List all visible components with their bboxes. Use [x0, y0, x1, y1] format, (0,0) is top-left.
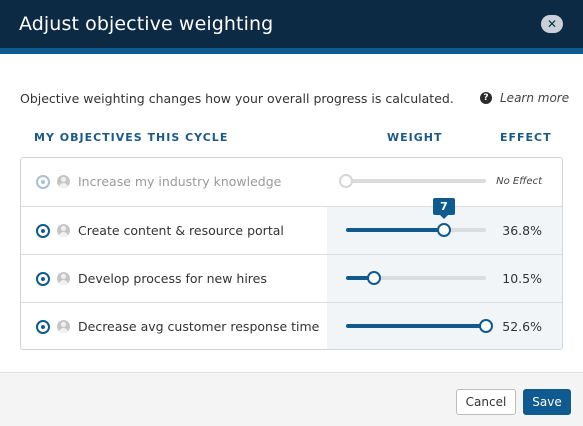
avatar — [57, 320, 70, 333]
weight-slider[interactable] — [339, 174, 486, 188]
target-icon — [36, 175, 50, 189]
dialog-footer: Cancel Save — [0, 372, 583, 426]
cancel-button[interactable]: Cancel — [456, 389, 516, 415]
dialog-title: Adjust objective weighting — [19, 13, 274, 35]
weight-column-header: WEIGHT — [387, 131, 443, 144]
table-row: Decrease avg customer response time 52.6… — [21, 302, 562, 349]
target-icon — [36, 320, 50, 334]
objective-label: Decrease avg customer response time — [78, 319, 320, 334]
weight-tooltip: 7 — [433, 198, 455, 219]
slider-fill — [346, 228, 444, 232]
dialog-header: Adjust objective weighting ✕ — [0, 0, 583, 48]
slider-thumb[interactable] — [437, 223, 451, 237]
table-row: Create content & resource portal 7 36.8% — [21, 198, 562, 254]
objective-label: Increase my industry knowledge — [78, 174, 282, 189]
weight-slider[interactable] — [346, 319, 493, 333]
effect-value: No Effect — [496, 176, 542, 187]
intro-text: Objective weighting changes how your ove… — [20, 91, 454, 106]
avatar — [57, 175, 70, 188]
question-circle-icon[interactable]: ? — [480, 92, 492, 104]
avatar — [57, 272, 70, 285]
objective-label: Develop process for new hires — [78, 271, 267, 286]
objectives-column-header: MY OBJECTIVES THIS CYCLE — [34, 131, 229, 144]
slider-fill — [346, 324, 486, 328]
learn-more-link[interactable]: Learn more — [500, 91, 569, 105]
target-icon — [36, 272, 50, 286]
objectives-table: Increase my industry knowledge No Effect… — [20, 157, 563, 350]
weight-slider[interactable] — [346, 271, 486, 285]
slider-thumb[interactable] — [367, 271, 381, 285]
slider-thumb[interactable] — [339, 174, 353, 188]
objective-label: Create content & resource portal — [78, 223, 284, 238]
effect-value: 52.6% — [502, 319, 542, 334]
effect-column-header: EFFECT — [500, 131, 552, 144]
effect-value: 36.8% — [502, 223, 542, 238]
weight-slider[interactable]: 7 — [346, 198, 486, 237]
target-icon — [36, 224, 50, 238]
slider-track — [346, 179, 486, 183]
avatar — [57, 224, 70, 237]
header-accent-bar — [0, 48, 583, 54]
effect-value: 10.5% — [502, 271, 542, 286]
close-icon[interactable]: ✕ — [541, 15, 563, 33]
table-row: Develop process for new hires 10.5% — [21, 254, 562, 302]
table-row: Increase my industry knowledge No Effect — [21, 158, 562, 206]
slider-thumb[interactable] — [479, 319, 493, 333]
save-button[interactable]: Save — [523, 389, 571, 415]
